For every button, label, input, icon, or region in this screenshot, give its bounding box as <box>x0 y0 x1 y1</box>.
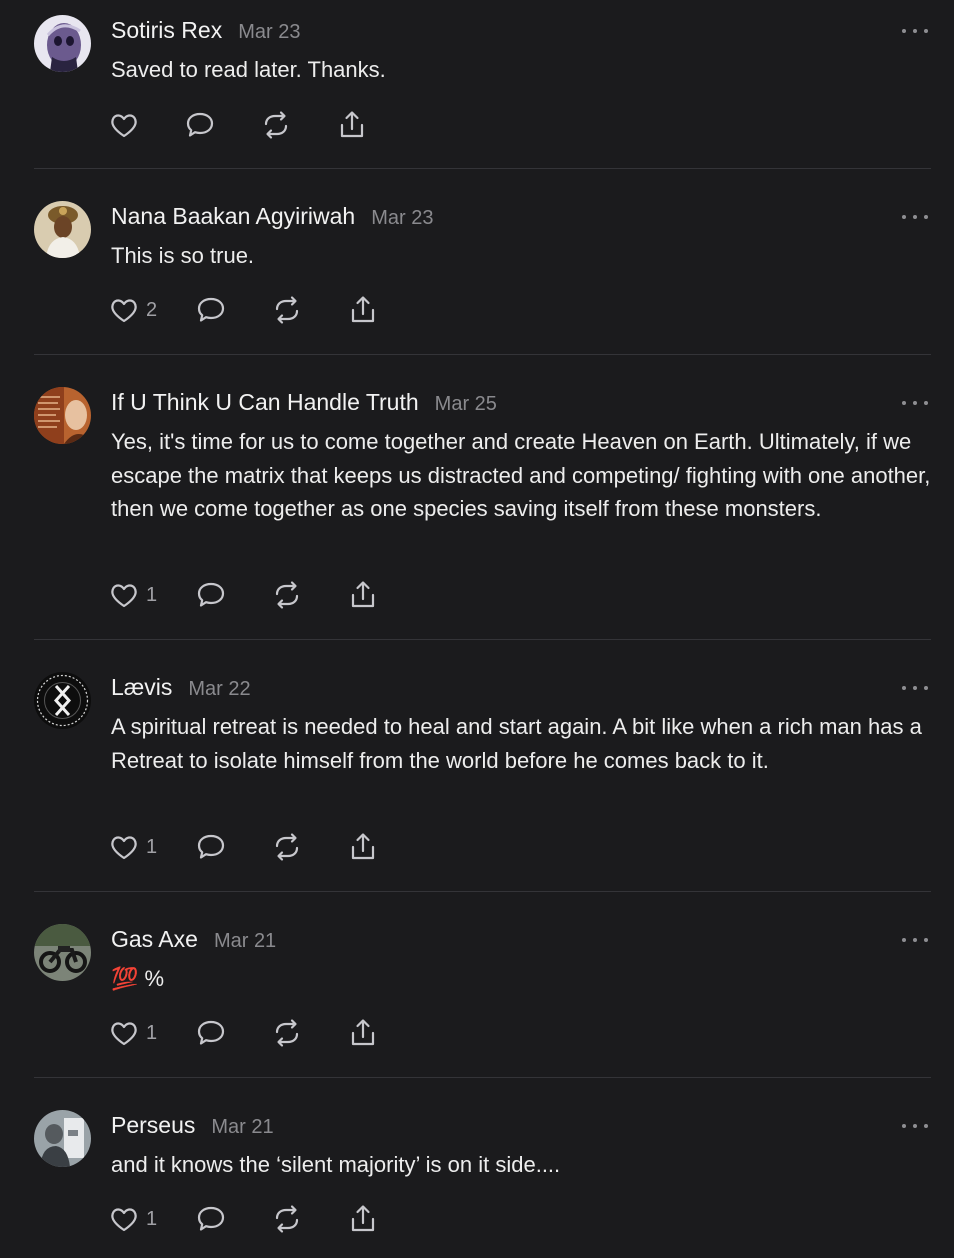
comment-text: This is so true. <box>111 243 255 268</box>
share-upload-icon <box>352 296 375 323</box>
more-options-icon[interactable] <box>902 1121 928 1131</box>
heart-icon <box>111 114 137 138</box>
reply-button[interactable] <box>184 109 216 141</box>
reply-button[interactable] <box>195 579 227 611</box>
like-button[interactable]: 1 <box>108 579 157 611</box>
reply-button[interactable] <box>195 294 227 326</box>
comment-text: and it knows the ‘silent majority’ is on… <box>111 1152 561 1177</box>
divider <box>34 639 931 640</box>
author-name[interactable]: Perseus <box>111 1112 195 1139</box>
like-button[interactable]: 1 <box>108 831 157 863</box>
like-button[interactable]: 1 <box>108 1017 157 1049</box>
restack-arrows-icon <box>264 111 288 139</box>
comment-date[interactable]: Mar 21 <box>214 930 276 953</box>
divider <box>34 168 931 169</box>
comment-text: A spiritual retreat is needed to heal an… <box>111 714 922 773</box>
more-options-icon[interactable] <box>902 935 928 945</box>
share-button[interactable] <box>347 294 379 326</box>
comment-text: Saved to read later. Thanks. <box>111 57 386 82</box>
comment-date[interactable]: Mar 25 <box>435 393 497 416</box>
heart-icon <box>111 836 137 860</box>
restack-arrows-icon <box>276 1019 299 1047</box>
like-count: 1 <box>146 583 158 606</box>
more-options-icon[interactable] <box>902 683 928 693</box>
share-upload-icon <box>352 1019 375 1046</box>
author-name[interactable]: If U Think U Can Handle Truth <box>111 389 419 416</box>
heart-icon <box>111 299 137 323</box>
comment-text: Yes, it's time for us to come together a… <box>111 429 931 521</box>
restack-button[interactable] <box>271 1203 303 1235</box>
like-count: 1 <box>146 1021 158 1044</box>
restack-button[interactable] <box>271 1017 303 1049</box>
avatar[interactable] <box>34 387 91 444</box>
like-count: 1 <box>146 1207 158 1230</box>
more-options-icon[interactable] <box>902 26 928 36</box>
author-name[interactable]: Gas Axe <box>111 926 198 953</box>
avatar[interactable] <box>34 15 91 72</box>
speech-bubble-icon <box>186 112 214 137</box>
comment-text: 💯 % <box>111 966 165 991</box>
share-button[interactable] <box>336 109 368 141</box>
comment-feed: Sotiris Rex Mar 23 Saved to read later. … <box>0 0 954 1258</box>
heart-icon <box>111 1208 137 1232</box>
speech-bubble-icon <box>198 297 225 322</box>
author-name[interactable]: Sotiris Rex <box>111 17 222 44</box>
heart-icon <box>111 1022 137 1046</box>
speech-bubble-icon <box>198 582 225 607</box>
share-upload-icon <box>352 1205 375 1232</box>
share-button[interactable] <box>347 579 379 611</box>
restack-arrows-icon <box>276 581 299 609</box>
comment-date[interactable]: Mar 21 <box>211 1116 273 1139</box>
reply-button[interactable] <box>195 831 227 863</box>
like-button[interactable] <box>108 109 140 141</box>
avatar[interactable] <box>34 201 91 258</box>
restack-button[interactable] <box>260 109 292 141</box>
divider <box>34 891 931 892</box>
share-upload-icon <box>340 111 364 138</box>
share-button[interactable] <box>347 831 379 863</box>
speech-bubble-icon <box>198 834 225 859</box>
reply-button[interactable] <box>195 1203 227 1235</box>
author-name[interactable]: Nana Baakan Agyiriwah <box>111 203 355 230</box>
share-button[interactable] <box>347 1017 379 1049</box>
restack-button[interactable] <box>271 294 303 326</box>
comment-date[interactable]: Mar 23 <box>371 207 433 230</box>
restack-arrows-icon <box>276 833 299 861</box>
share-upload-icon <box>352 581 375 608</box>
avatar[interactable] <box>34 672 91 729</box>
divider <box>34 354 931 355</box>
comment-date[interactable]: Mar 22 <box>188 678 250 701</box>
restack-arrows-icon <box>276 296 299 324</box>
speech-bubble-icon <box>198 1206 225 1231</box>
restack-button[interactable] <box>271 579 303 611</box>
author-name[interactable]: Lævis <box>111 674 172 701</box>
reply-button[interactable] <box>195 1017 227 1049</box>
more-options-icon[interactable] <box>902 398 928 408</box>
avatar[interactable] <box>34 924 91 981</box>
restack-button[interactable] <box>271 831 303 863</box>
divider <box>34 1077 931 1078</box>
speech-bubble-icon <box>198 1020 225 1045</box>
like-button[interactable]: 2 <box>108 294 157 326</box>
share-button[interactable] <box>347 1203 379 1235</box>
like-count: 1 <box>146 835 158 858</box>
comment-date[interactable]: Mar 23 <box>238 21 300 44</box>
share-upload-icon <box>352 833 375 860</box>
avatar[interactable] <box>34 1110 91 1167</box>
more-options-icon[interactable] <box>902 212 928 222</box>
like-count: 2 <box>146 298 158 321</box>
heart-icon <box>111 584 137 608</box>
like-button[interactable]: 1 <box>108 1203 157 1235</box>
restack-arrows-icon <box>276 1205 299 1233</box>
